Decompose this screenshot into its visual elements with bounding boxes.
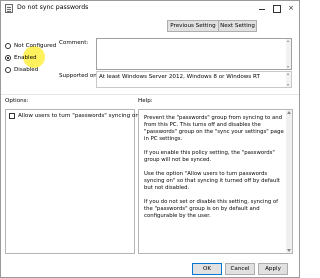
next-setting-button[interactable]: Next Setting (218, 20, 257, 32)
supported-on-label: Supported on: (59, 73, 99, 79)
radio-label: Enabled (14, 54, 37, 61)
minimize-button[interactable] (255, 1, 269, 16)
policy-document-icon (5, 4, 13, 13)
ok-button[interactable]: OK (192, 263, 222, 275)
policy-dialog: Do not sync passwords × Previous Setting… (0, 0, 300, 278)
radio-disabled[interactable]: Disabled (5, 65, 38, 74)
radio-enabled[interactable]: Enabled (5, 53, 37, 62)
radio-not-configured[interactable]: Not Configured (5, 41, 56, 50)
checkbox-icon[interactable] (9, 113, 15, 119)
radio-button-icon[interactable] (5, 42, 11, 49)
supported-on-value: At least Windows Server 2012, Windows 8 … (99, 74, 260, 80)
help-paragraph: Use the option "Allow users to turn pass… (144, 171, 280, 191)
comment-label: Comment: (59, 40, 89, 46)
supported-scrollbar[interactable] (286, 72, 291, 87)
previous-setting-button[interactable]: Previous Setting (167, 20, 219, 32)
options-pane: Allow users to turn "passwords" syncing … (5, 109, 141, 254)
comment-scrollbar[interactable] (286, 39, 291, 69)
help-scrollbar[interactable] (286, 110, 292, 253)
supported-on-field: At least Windows Server 2012, Windows 8 … (96, 71, 292, 88)
radio-label: Not Configured (14, 42, 57, 49)
help-pane: Prevent the "passwords" group from synci… (138, 109, 293, 254)
radio-button-checked-icon[interactable] (5, 54, 11, 61)
window-title: Do not sync passwords (17, 4, 89, 11)
comment-textarea[interactable] (96, 38, 292, 70)
close-button[interactable]: × (284, 1, 298, 16)
section-divider (1, 94, 299, 95)
checkbox-label: Allow users to turn "passwords" syncing … (18, 113, 141, 119)
options-label: Options: (5, 98, 29, 104)
help-label: Help: (138, 98, 153, 104)
apply-button[interactable]: Apply (258, 263, 288, 275)
title-bar[interactable]: Do not sync passwords × (1, 1, 299, 16)
help-paragraph: If you enable this policy setting, the "… (144, 150, 275, 163)
allow-password-sync-option[interactable]: Allow users to turn "passwords" syncing … (9, 113, 141, 119)
help-paragraph: Prevent the "passwords" group from synci… (144, 115, 284, 142)
help-paragraph: If you do not set or disable this settin… (144, 199, 279, 219)
maximize-button[interactable] (269, 1, 283, 16)
cancel-button[interactable]: Cancel (225, 263, 255, 275)
radio-label: Disabled (14, 66, 39, 73)
radio-button-icon[interactable] (5, 66, 11, 73)
